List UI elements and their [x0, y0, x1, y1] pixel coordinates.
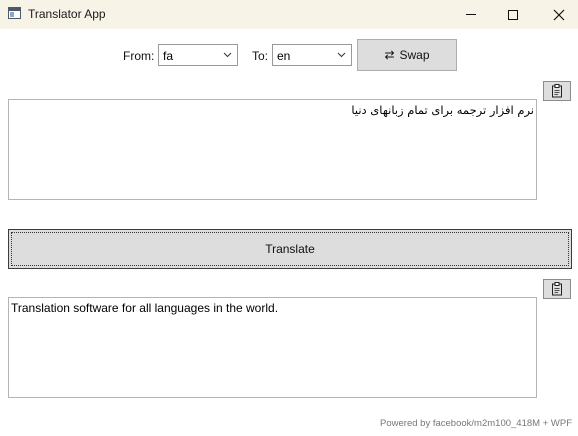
copy-output-button[interactable] [543, 279, 571, 299]
close-icon [553, 9, 565, 20]
output-text: Translation software for all languages i… [11, 301, 279, 315]
clipboard-icon [552, 282, 562, 296]
close-button[interactable] [536, 0, 578, 29]
output-text-area[interactable]: Translation software for all languages i… [8, 297, 537, 398]
translate-button-label: Translate [265, 242, 315, 256]
swap-button-label: Swap [399, 48, 430, 62]
to-language-value: en [277, 49, 291, 63]
chevron-down-icon [337, 52, 346, 58]
maximize-icon [508, 9, 518, 20]
to-label: To: [252, 49, 269, 63]
source-text-input[interactable]: نرم افزار ترجمه برای تمام زبانهای دنیا [8, 99, 537, 200]
swap-button[interactable]: ⇄ Swap [357, 39, 457, 71]
minimize-button[interactable] [448, 0, 494, 29]
clipboard-icon [552, 84, 562, 98]
copy-source-button[interactable] [543, 81, 571, 101]
chevron-down-icon [223, 52, 232, 58]
from-language-value: fa [163, 49, 174, 63]
footer-credit: Powered by facebook/m2m100_418M + WPF [380, 418, 572, 429]
app-window-icon [8, 7, 21, 19]
swap-icon: ⇄ [384, 48, 395, 62]
title-bar: Translator App [0, 0, 578, 29]
maximize-button[interactable] [490, 0, 536, 29]
window-title: Translator App [28, 7, 106, 21]
minimize-icon [466, 14, 476, 15]
from-language-select[interactable]: fa [158, 44, 238, 66]
source-text: نرم افزار ترجمه برای تمام زبانهای دنیا [351, 103, 534, 117]
to-language-select[interactable]: en [272, 44, 352, 66]
translate-button[interactable]: Translate [8, 229, 572, 269]
from-label: From: [123, 49, 155, 63]
